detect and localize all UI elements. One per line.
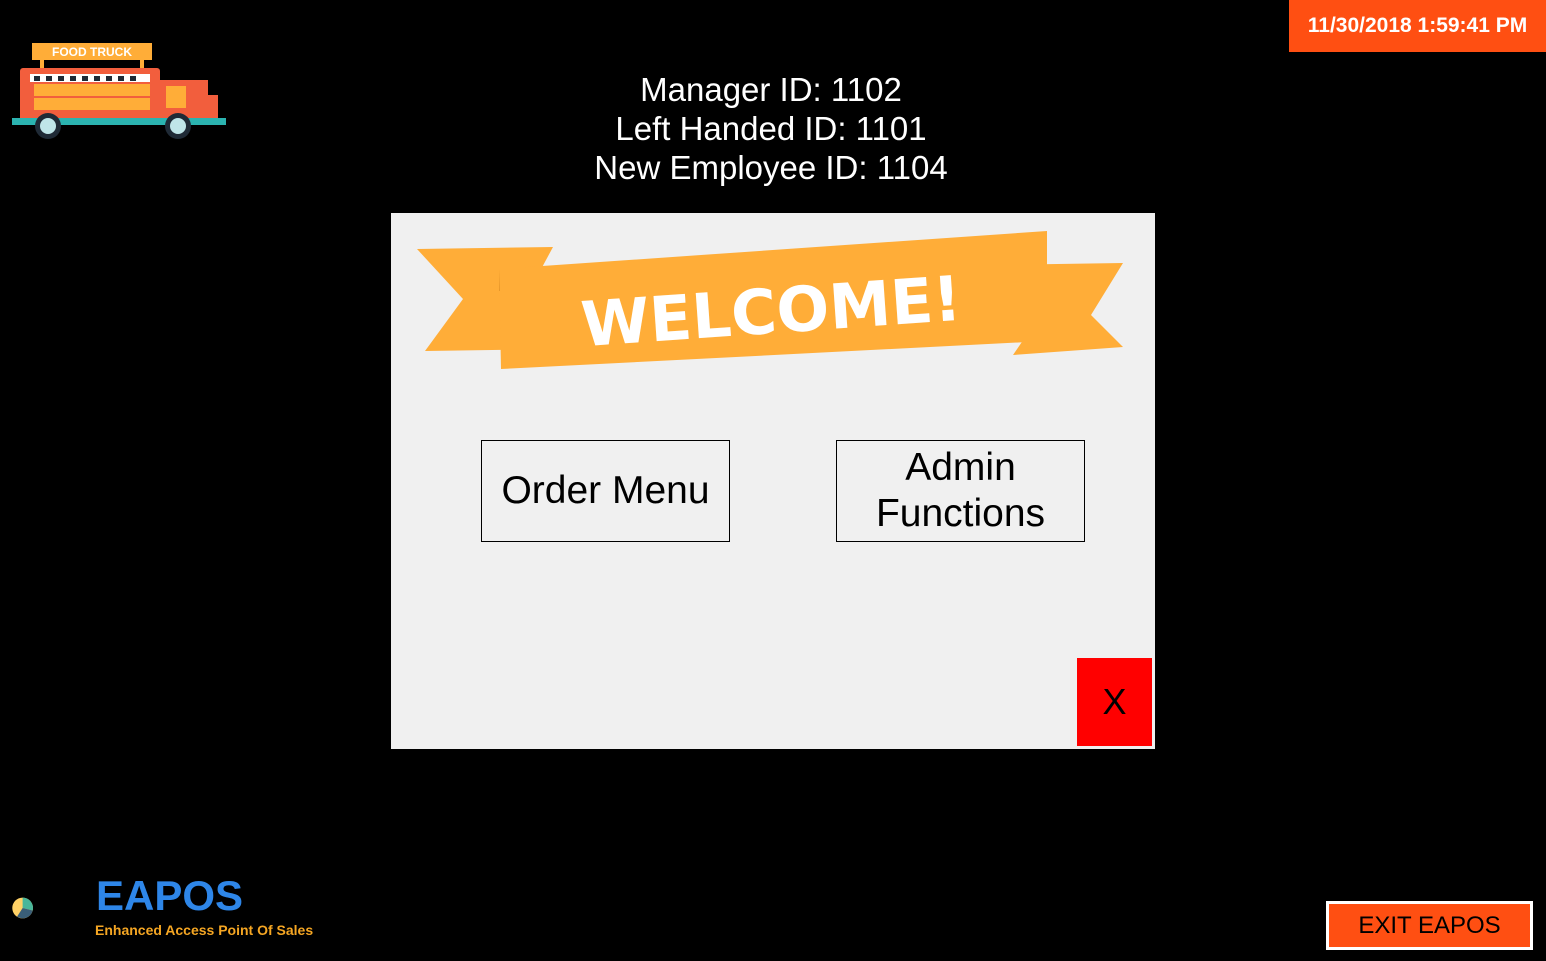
food-truck-icon: FOOD TRUCK bbox=[12, 43, 226, 139]
exit-eapos-button[interactable]: EXIT EAPOS bbox=[1326, 901, 1533, 950]
eapos-tagline: Enhanced Access Point Of Sales bbox=[95, 922, 314, 938]
admin-functions-label-line1: Admin bbox=[905, 446, 1016, 489]
eapos-brand-title: EAPOS bbox=[96, 872, 244, 919]
new-employee-id-text: New Employee ID: 1104 bbox=[594, 149, 948, 186]
welcome-banner: WELCOME! bbox=[417, 231, 1123, 369]
order-menu-button[interactable]: Order Menu bbox=[481, 440, 730, 542]
close-button[interactable]: X bbox=[1077, 658, 1152, 746]
truck-sign-text: FOOD TRUCK bbox=[52, 45, 132, 59]
admin-functions-label-line2: Functions bbox=[875, 492, 1046, 535]
pie-chart-logo-icon bbox=[12, 897, 34, 919]
left-handed-id-text: Left Handed ID: 1101 bbox=[615, 110, 927, 147]
manager-id-text: Manager ID: 1102 bbox=[640, 71, 902, 108]
employee-ids: Manager ID: 1102 Left Handed ID: 1101 Ne… bbox=[540, 70, 1002, 187]
welcome-panel: WELCOME! Order Menu Admin Functions X bbox=[391, 213, 1155, 749]
admin-functions-button[interactable]: Admin Functions bbox=[836, 440, 1085, 542]
datetime-display: 11/30/2018 1:59:41 PM bbox=[1289, 0, 1546, 52]
